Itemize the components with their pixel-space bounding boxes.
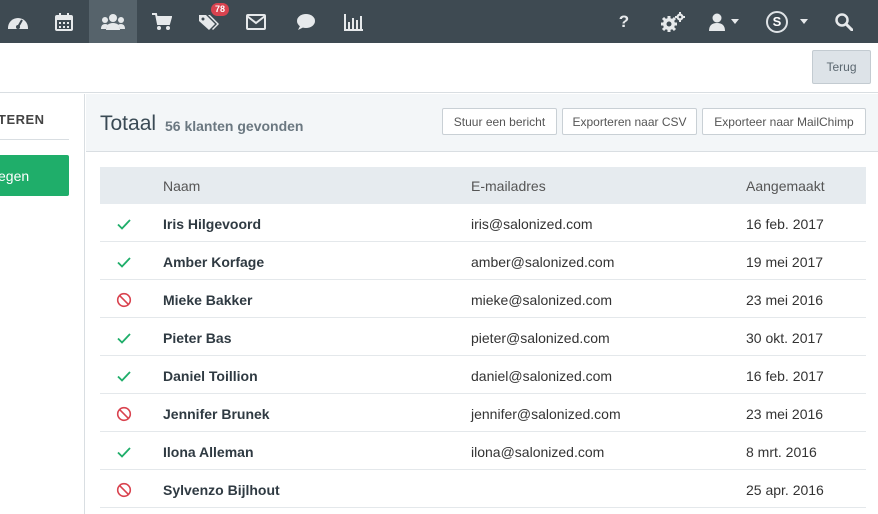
table-row[interactable]: Pieter Bas pieter@salonized.com 30 okt. 20… xyxy=(100,318,866,356)
customers-table: Naam E-mailadres Aangemaakt Iris Hilgevo… xyxy=(100,167,866,508)
cart-icon xyxy=(152,12,172,31)
created-date: 16 feb. 2017 xyxy=(746,368,824,384)
add-customer-label: egen xyxy=(0,167,30,184)
help-icon: ? xyxy=(618,11,630,31)
chevron-down-icon xyxy=(731,19,739,24)
chat-icon xyxy=(296,13,316,31)
result-count: 56 klanten gevonden xyxy=(165,118,304,134)
nav-tags[interactable]: 78 xyxy=(187,0,231,43)
customer-email: ilona@salonized.com xyxy=(471,444,605,460)
customer-email: jennifer@salonized.com xyxy=(471,406,621,422)
nav-calendar[interactable] xyxy=(42,0,86,43)
nav-customers[interactable] xyxy=(89,0,137,43)
add-customer-button[interactable]: egen xyxy=(0,155,69,196)
notification-badge: 78 xyxy=(211,3,230,16)
column-header-created[interactable]: Aangemaakt xyxy=(746,178,825,194)
results-header: Totaal 56 klanten gevonden Stuur een ber… xyxy=(86,94,878,152)
customer-name[interactable]: Amber Korfage xyxy=(163,254,264,270)
export-mailchimp-button[interactable]: Exporteer naar MailChimp xyxy=(702,108,866,135)
created-date: 8 mrt. 2016 xyxy=(746,444,817,460)
avatar: S xyxy=(766,10,788,33)
page-title: Totaal xyxy=(100,112,157,135)
cogs-icon xyxy=(661,11,685,32)
table-row[interactable]: Mieke Bakker mieke@salonized.com 23 mei 20… xyxy=(100,280,866,318)
created-date: 25 apr. 2016 xyxy=(746,482,824,498)
blocked-icon xyxy=(116,482,132,498)
nav-reports[interactable] xyxy=(332,0,376,43)
check-icon xyxy=(116,216,132,232)
customer-name[interactable]: Mieke Bakker xyxy=(163,292,253,308)
created-date: 19 mei 2017 xyxy=(746,254,824,270)
check-icon xyxy=(116,444,132,460)
created-date: 30 okt. 2017 xyxy=(746,330,824,346)
nav-messages[interactable] xyxy=(234,0,278,43)
customer-email: mieke@salonized.com xyxy=(471,292,613,308)
customer-name[interactable]: Sylvenzo Bijlhout xyxy=(163,482,280,498)
customer-email: pieter@salonized.com xyxy=(471,330,610,346)
column-header-email[interactable]: E-mailadres xyxy=(471,178,546,194)
customer-name[interactable]: Daniel Toillion xyxy=(163,368,258,384)
table-row[interactable]: Amber Korfage amber@salonized.com 19 mei 2… xyxy=(100,242,866,280)
check-icon xyxy=(116,330,132,346)
check-icon xyxy=(116,368,132,384)
export-csv-button[interactable]: Exporteren naar CSV xyxy=(562,108,697,135)
check-icon xyxy=(116,254,132,270)
nav-help[interactable]: ? xyxy=(610,0,638,43)
nav-dashboard[interactable] xyxy=(0,0,36,43)
nav-user-menu[interactable] xyxy=(700,0,748,43)
customer-email: daniel@salonized.com xyxy=(471,368,613,384)
action-bar: Terug xyxy=(0,43,878,93)
customer-email: amber@salonized.com xyxy=(471,254,615,270)
nav-account-menu[interactable]: S xyxy=(758,0,816,43)
nav-chat[interactable] xyxy=(284,0,328,43)
dashboard-icon xyxy=(7,13,29,31)
users-icon xyxy=(101,13,125,31)
customer-name[interactable]: Jennifer Brunek xyxy=(163,406,270,422)
filter-heading: TEREN xyxy=(0,112,45,127)
table-row[interactable]: Ilona Alleman ilona@salonized.com 8 mrt. 2… xyxy=(100,432,866,470)
bar-chart-icon xyxy=(344,13,364,31)
created-date: 16 feb. 2017 xyxy=(746,216,824,232)
table-row[interactable]: Daniel Toillion daniel@salonized.com 16 fe… xyxy=(100,356,866,394)
table-row[interactable]: Sylvenzo Bijlhout 25 apr. 2016 xyxy=(100,470,866,508)
top-navigation-bar: 78 ? S xyxy=(0,0,878,43)
created-date: 23 mei 2016 xyxy=(746,292,824,308)
divider xyxy=(0,139,69,140)
chevron-down-icon xyxy=(800,19,808,24)
table-header: Naam E-mailadres Aangemaakt xyxy=(100,167,866,204)
customer-name[interactable]: Ilona Alleman xyxy=(163,444,254,460)
filter-sidebar: TEREN egen xyxy=(0,94,85,514)
blocked-icon xyxy=(116,292,132,308)
customer-email: iris@salonized.com xyxy=(471,216,593,232)
blocked-icon xyxy=(116,406,132,422)
nav-shop[interactable] xyxy=(140,0,184,43)
envelope-icon xyxy=(246,13,266,30)
table-row[interactable]: Jennifer Brunek jennifer@salonized.com 23 … xyxy=(100,394,866,432)
send-message-button[interactable]: Stuur een bericht xyxy=(442,108,557,135)
back-button[interactable]: Terug xyxy=(812,50,871,84)
created-date: 23 mei 2016 xyxy=(746,406,824,422)
search-icon xyxy=(835,12,853,31)
column-header-name[interactable]: Naam xyxy=(163,178,200,194)
user-icon xyxy=(709,13,725,31)
nav-settings[interactable] xyxy=(656,0,690,43)
nav-search[interactable] xyxy=(826,0,862,43)
customer-name[interactable]: Pieter Bas xyxy=(163,330,231,346)
calendar-icon xyxy=(55,12,73,31)
table-row[interactable]: Iris Hilgevoord iris@salonized.com 16 feb.… xyxy=(100,204,866,242)
customer-name[interactable]: Iris Hilgevoord xyxy=(163,216,261,232)
